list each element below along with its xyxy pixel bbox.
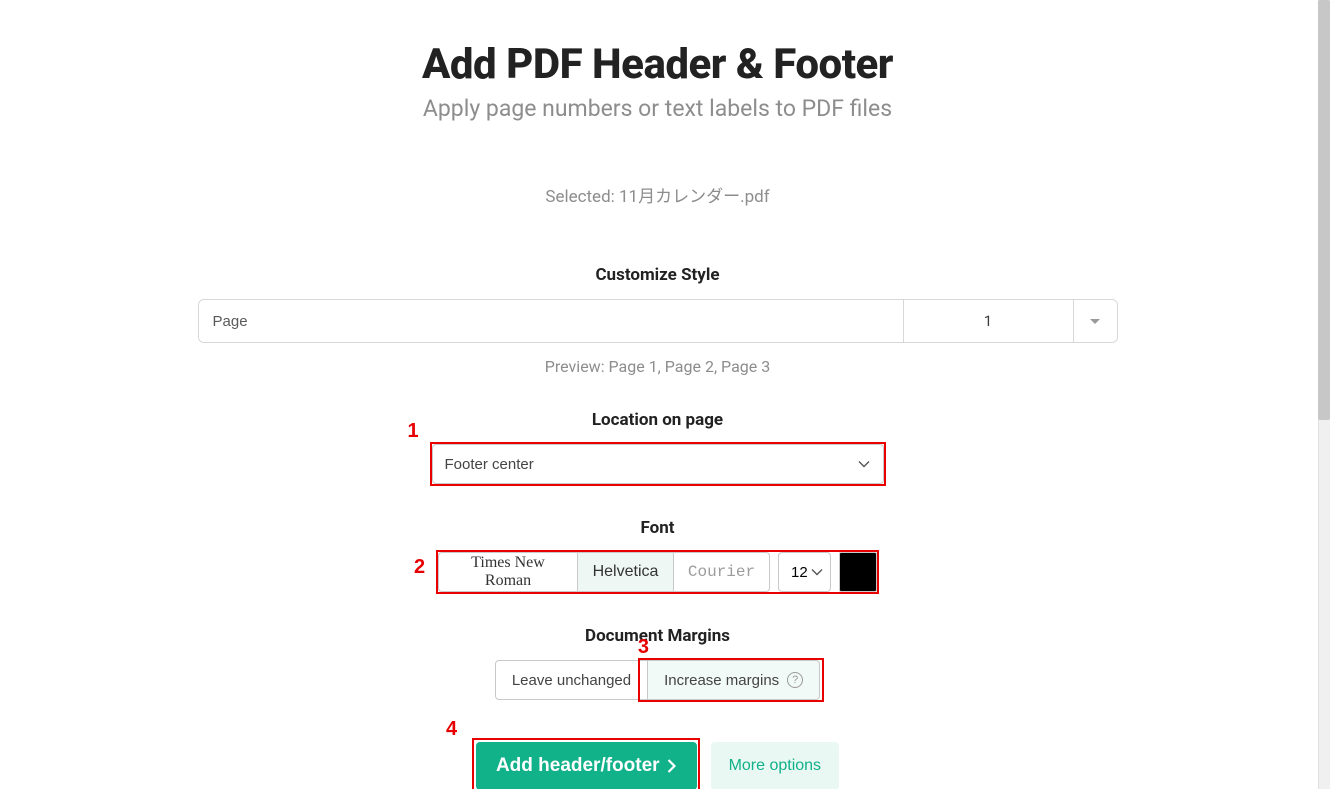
- annotation-4-wrap: 4 Add header/footer: [476, 742, 697, 789]
- chevron-down-icon: [1090, 319, 1100, 324]
- font-color-swatch[interactable]: [839, 552, 877, 592]
- margins-leave-button[interactable]: Leave unchanged: [495, 660, 648, 700]
- style-row: 1: [198, 299, 1118, 343]
- font-size-wrap: 12: [770, 552, 831, 592]
- annotation-3-wrap: 3 Leave unchanged Increase margins ?: [495, 660, 820, 700]
- location-label: Location on page: [198, 410, 1118, 430]
- margins-increase-label: Increase margins: [664, 672, 779, 689]
- chevron-right-icon: [666, 758, 677, 774]
- page-viewport: Add PDF Header & Footer Apply page numbe…: [0, 0, 1315, 789]
- more-options-button[interactable]: More options: [711, 742, 840, 789]
- primary-button-label: Add header/footer: [496, 755, 660, 777]
- page-title: Add PDF Header & Footer: [198, 40, 1118, 89]
- style-start-number[interactable]: 1: [903, 300, 1073, 342]
- content-column: Add PDF Header & Footer Apply page numbe…: [198, 0, 1118, 789]
- style-number-dropdown-toggle[interactable]: [1073, 300, 1117, 342]
- annotation-1-wrap: 1 Footer center: [432, 444, 884, 484]
- style-text-input[interactable]: [199, 300, 903, 342]
- annotation-number-2: 2: [414, 556, 425, 579]
- annotation-number-1: 1: [408, 420, 419, 443]
- location-select[interactable]: Footer center: [432, 444, 884, 484]
- help-icon: ?: [787, 672, 803, 688]
- font-option-courier[interactable]: Courier: [674, 552, 770, 592]
- page-subtitle: Apply page numbers or text labels to PDF…: [198, 95, 1118, 122]
- font-option-times[interactable]: Times New Roman: [438, 552, 578, 592]
- add-header-footer-button[interactable]: Add header/footer: [476, 742, 697, 789]
- margins-row: Leave unchanged Increase margins ?: [495, 660, 820, 700]
- annotation-number-3: 3: [638, 636, 649, 659]
- selected-file-label: Selected: 11月カレンダー.pdf: [198, 182, 1118, 207]
- margins-increase-button[interactable]: Increase margins ?: [648, 660, 820, 700]
- location-select-wrap: Footer center: [432, 444, 884, 484]
- annotation-number-4: 4: [446, 718, 457, 741]
- font-size-select[interactable]: 12: [778, 552, 831, 592]
- customize-style-label: Customize Style: [198, 265, 1118, 285]
- style-preview: Preview: Page 1, Page 2, Page 3: [198, 357, 1118, 376]
- margins-label: Document Margins: [198, 626, 1118, 646]
- scrollbar-thumb[interactable]: [1318, 0, 1330, 420]
- action-row: 4 Add header/footer More options: [198, 742, 1118, 789]
- annotation-2-wrap: 2 Times New Roman Helvetica Courier 12: [438, 552, 877, 592]
- font-row: Times New Roman Helvetica Courier 12: [438, 552, 877, 592]
- font-option-helvetica[interactable]: Helvetica: [578, 552, 674, 592]
- font-label: Font: [198, 518, 1118, 538]
